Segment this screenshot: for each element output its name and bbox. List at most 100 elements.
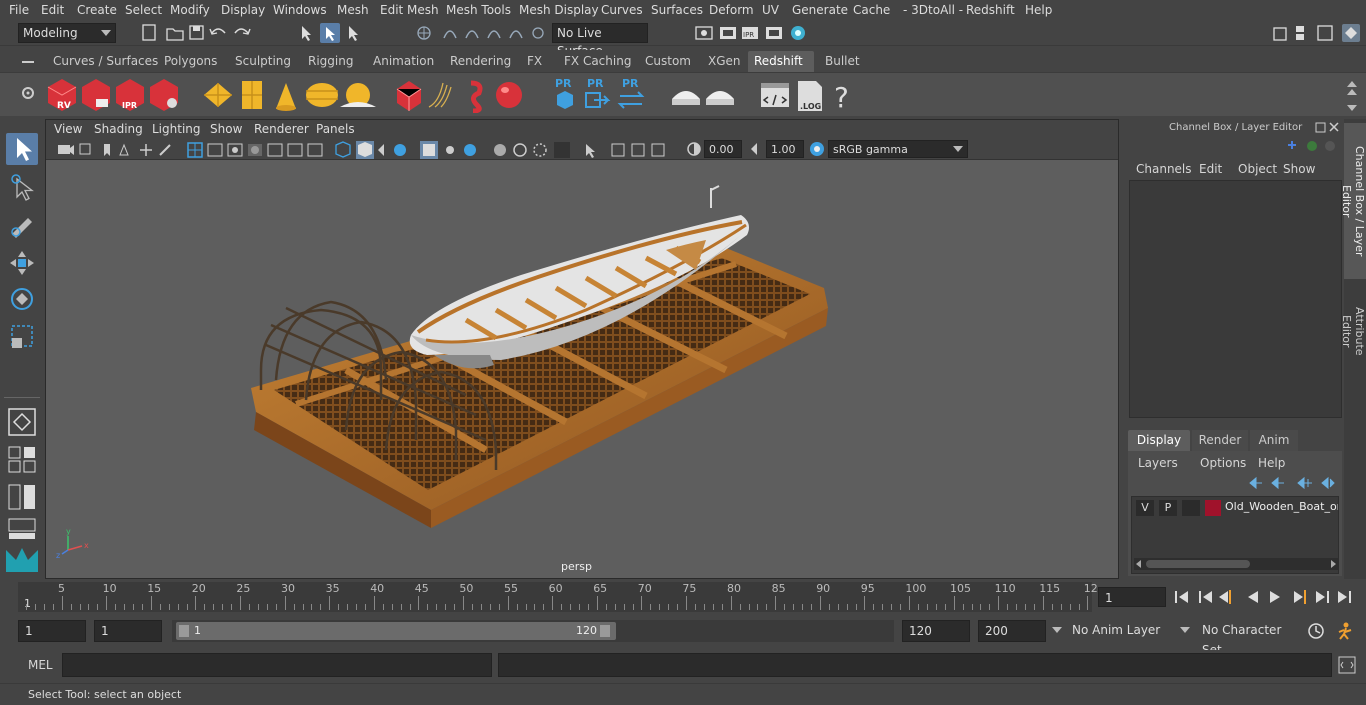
redshift-utility-icons[interactable]: .LOG ? xyxy=(758,77,858,113)
layer-display-type-toggle[interactable] xyxy=(1182,500,1200,516)
select-tool[interactable] xyxy=(6,133,38,165)
current-frame-field[interactable]: 1 xyxy=(1098,587,1166,607)
animation-end-field[interactable]: 200 xyxy=(978,620,1046,642)
tab-animation[interactable]: Animation xyxy=(367,51,440,72)
redshift-render-icons[interactable]: RV IPR xyxy=(44,75,184,115)
exposure-icon[interactable] xyxy=(686,141,702,157)
layer-action-icons[interactable] xyxy=(1246,475,1340,491)
menu-cache[interactable]: Cache xyxy=(853,3,890,17)
scroll-right-icon[interactable] xyxy=(1328,560,1338,568)
last-tool[interactable] xyxy=(6,406,38,438)
scale-tool[interactable] xyxy=(6,320,38,352)
tab-display[interactable]: Display xyxy=(1128,430,1190,451)
tab-curves-surfaces[interactable]: Curves / Surfaces xyxy=(47,51,164,72)
scrollbar-thumb[interactable] xyxy=(1146,560,1250,568)
menu-layers[interactable]: Layers xyxy=(1138,456,1178,470)
tab-channel-box-layer-editor[interactable]: Channel Box / Layer Editor xyxy=(1340,123,1366,279)
redshift-material-icons[interactable] xyxy=(668,77,738,113)
tab-rendering[interactable]: Rendering xyxy=(444,51,517,72)
playback-end-field[interactable]: 120 xyxy=(902,620,970,642)
playback-controls[interactable] xyxy=(1172,586,1362,608)
menu-display[interactable]: Display xyxy=(221,3,265,17)
scroll-left-icon[interactable] xyxy=(1134,560,1144,568)
range-end-grip[interactable] xyxy=(600,625,610,637)
file-icons-group[interactable] xyxy=(140,23,260,43)
tab-xgen[interactable]: XGen xyxy=(702,51,747,72)
tab-rigging[interactable]: Rigging xyxy=(302,51,359,72)
time-slider[interactable]: 1 5 10 15 20 25 30 35 40 45 50 55 60 65 70 75 80 85 90 95 1… xyxy=(18,582,1098,612)
tab-bullet[interactable]: Bullet xyxy=(819,51,866,72)
exposure-field[interactable]: 0.00 xyxy=(704,140,742,158)
script-language-label[interactable]: MEL xyxy=(28,658,53,672)
redshift-light-icons[interactable] xyxy=(200,77,380,113)
redshift-proxy-icons[interactable]: PR PR PR xyxy=(550,77,660,113)
range-start-grip[interactable] xyxy=(179,625,189,637)
menu-curves[interactable]: Curves xyxy=(601,3,643,17)
tab-attribute-editor[interactable]: Attribute Editor xyxy=(1340,283,1366,379)
menu-channels[interactable]: Channels xyxy=(1136,162,1192,176)
menu-uv[interactable]: UV xyxy=(762,3,779,17)
viewport-menu-show[interactable]: Show xyxy=(210,122,242,136)
playback-start-field[interactable]: 1 xyxy=(94,620,162,642)
color-management-icon[interactable] xyxy=(808,140,826,158)
menu-mesh-display[interactable]: Mesh Display xyxy=(519,3,599,17)
character-set-dropdown[interactable]: No Character Set xyxy=(1180,620,1300,657)
paint-select-tool[interactable] xyxy=(6,208,38,240)
redshift-object-icons[interactable] xyxy=(395,77,530,113)
menu-redshift[interactable]: Redshift xyxy=(966,3,1015,17)
channel-list[interactable] xyxy=(1129,180,1342,418)
mode-selector[interactable]: Modeling xyxy=(18,23,116,43)
tab-redshift[interactable]: Redshift xyxy=(748,51,814,72)
menu-file[interactable]: File xyxy=(9,3,29,17)
menu-windows[interactable]: Windows xyxy=(273,3,327,17)
tab-render[interactable]: Render xyxy=(1192,430,1248,451)
tab-fx-caching[interactable]: FX Caching xyxy=(558,51,637,72)
gamma-icon[interactable] xyxy=(748,141,764,157)
snap-icons[interactable] xyxy=(410,22,550,44)
menu-edit-mesh[interactable]: Edit Mesh xyxy=(380,3,439,17)
tab-fx[interactable]: FX xyxy=(521,51,548,72)
menu-mesh[interactable]: Mesh xyxy=(337,3,369,17)
range-slider-handle[interactable]: 1 120 xyxy=(176,622,616,640)
viewport-menu-panels[interactable]: Panels xyxy=(316,122,355,136)
shelf-scroll-icons[interactable] xyxy=(1344,75,1360,115)
range-slider[interactable]: 1 120 xyxy=(172,620,894,642)
color-space-dropdown[interactable]: sRGB gamma xyxy=(828,140,968,158)
layer-color-swatch[interactable] xyxy=(1205,500,1221,516)
anim-pref-icons[interactable] xyxy=(1306,621,1362,641)
menu-edit[interactable]: Edit xyxy=(41,3,64,17)
menu-modify[interactable]: Modify xyxy=(170,3,210,17)
menu-object[interactable]: Object xyxy=(1238,162,1277,176)
layer-visibility-toggle[interactable]: V xyxy=(1136,500,1154,516)
menu-options[interactable]: Options xyxy=(1200,456,1246,470)
gamma-field[interactable]: 1.00 xyxy=(766,140,804,158)
lasso-tool[interactable] xyxy=(6,171,38,203)
viewport-menu-lighting[interactable]: Lighting xyxy=(152,122,201,136)
animation-start-field[interactable]: 1 xyxy=(18,620,86,642)
menu-layer-help[interactable]: Help xyxy=(1258,456,1285,470)
shelf-menu-icon[interactable] xyxy=(20,56,36,68)
layer-name[interactable]: Old_Wooden_Boat_or xyxy=(1225,500,1338,513)
render-icons[interactable]: IPR xyxy=(690,22,815,44)
rotate-tool[interactable] xyxy=(6,283,38,315)
menu-deform[interactable]: Deform xyxy=(709,3,754,17)
move-tool[interactable] xyxy=(6,247,38,279)
3d-scene[interactable]: y x z persp xyxy=(46,160,1118,578)
menu-help[interactable]: Help xyxy=(1025,3,1052,17)
tab-custom[interactable]: Custom xyxy=(639,51,697,72)
viewport-toolbar-icons[interactable] xyxy=(56,141,686,159)
selection-mode-icons[interactable] xyxy=(296,22,366,44)
tab-sculpting[interactable]: Sculpting xyxy=(229,51,297,72)
panel-window-icons[interactable] xyxy=(1314,121,1342,135)
menu-3dtoall[interactable]: - 3DtoAll - xyxy=(903,3,963,17)
workspace-icons[interactable] xyxy=(1268,22,1364,44)
tab-anim[interactable]: Anim xyxy=(1250,430,1298,451)
layer-row[interactable]: V P Old_Wooden_Boat_or xyxy=(1134,499,1338,517)
script-editor-icon[interactable] xyxy=(1338,656,1356,674)
viewport-menu-renderer[interactable]: Renderer xyxy=(254,122,309,136)
menu-select[interactable]: Select xyxy=(125,3,162,17)
channel-box-icons[interactable] xyxy=(1284,137,1340,155)
layer-scrollbar[interactable] xyxy=(1134,558,1338,570)
live-surface-field[interactable]: No Live Surface xyxy=(552,23,648,58)
menu-cb-edit[interactable]: Edit xyxy=(1199,162,1222,176)
